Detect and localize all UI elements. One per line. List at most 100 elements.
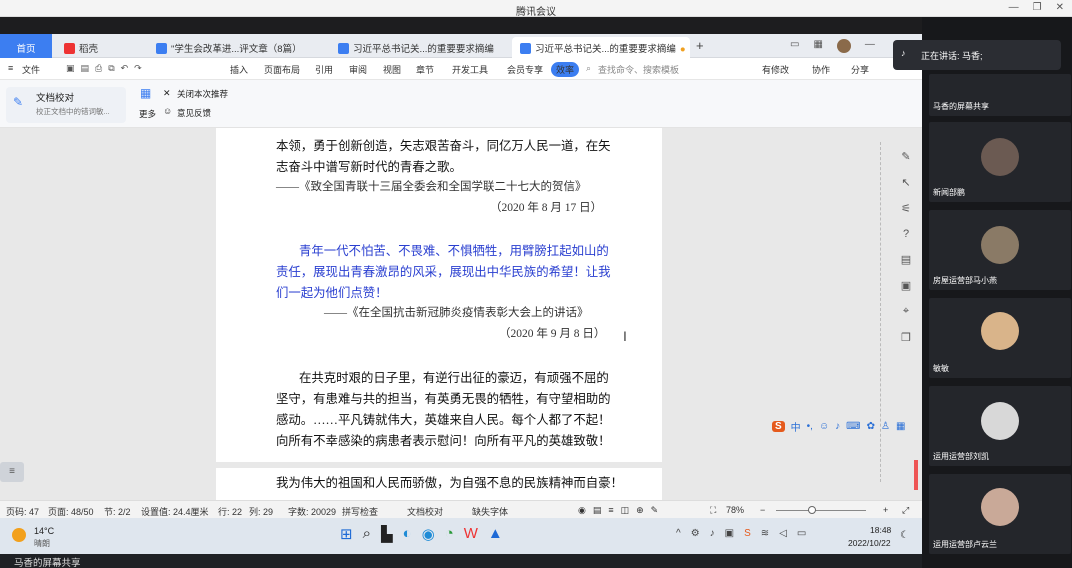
participant-tile[interactable]: 敏敏 <box>929 298 1071 378</box>
collab-button[interactable]: 协作 <box>812 63 830 76</box>
browser-icon[interactable]: ◉ <box>422 525 435 543</box>
participant-tile[interactable]: 运用运营部卢云兰 <box>929 474 1071 554</box>
tray-icon[interactable]: ⚙ <box>691 528 700 539</box>
spell-check-button[interactable]: 拼写检查 <box>342 505 378 518</box>
start-icon[interactable]: ⊞ <box>340 525 353 543</box>
menu-developer[interactable]: 开发工具 <box>452 63 488 76</box>
close-icon[interactable]: ✕ <box>1056 2 1064 13</box>
toolbox-icon[interactable]: ▦ <box>896 421 905 432</box>
hamburger-icon[interactable]: ≡ <box>8 63 13 73</box>
new-tab-button[interactable]: + <box>696 38 704 53</box>
close-icon[interactable]: ✕ <box>163 88 171 99</box>
menu-page-layout[interactable]: 页面布局 <box>264 63 300 76</box>
minimize-icon[interactable]: — <box>865 39 875 53</box>
menu-file[interactable]: 文件 <box>22 63 40 76</box>
ime-lang[interactable]: 中 <box>791 419 801 434</box>
avatar[interactable] <box>836 39 851 53</box>
wps-icon[interactable]: W <box>464 525 478 543</box>
revisions-button[interactable]: 有修改 <box>762 63 789 76</box>
moon-icon[interactable]: ☾ <box>900 530 909 541</box>
form-icon[interactable]: ▤ <box>901 253 911 266</box>
layout-icon[interactable]: ▭ <box>790 39 799 53</box>
tab-doc-1[interactable]: "学生会改革进...评文章（8篇） <box>148 37 328 58</box>
mic-icon[interactable]: ♪ <box>710 528 715 539</box>
zoom-slider[interactable] <box>776 510 866 511</box>
tab-label: 习近平总书记关...的重要要求摘编 <box>353 44 494 55</box>
tab-doc-2[interactable]: 习近平总书记关...的重要要求摘编 <box>330 37 510 58</box>
restore-icon[interactable]: ❐ <box>1033 2 1042 13</box>
weather-temp[interactable]: 14°C <box>34 526 54 536</box>
document-page[interactable]: 本领，勇于创新创造，矢志艰苦奋斗，同亿万人民一道，在矢 志奋斗中谱写新时代的青春… <box>216 128 662 500</box>
close-recommend-button[interactable]: 关闭本次推荐 <box>177 88 228 100</box>
status-pages[interactable]: 页面: 48/50 <box>48 505 94 518</box>
proofread-card[interactable]: ✎ 文档校对 校正文档中的错词敏... <box>6 87 126 123</box>
ribbon: ✎ 文档校对 校正文档中的错词敏... ▦ 更多 ✕ 关闭本次推荐 ☺ 意见反馈 <box>0 80 922 128</box>
menu-chapter[interactable]: 章节 <box>416 63 434 76</box>
zoom-level[interactable]: 78% <box>726 505 744 515</box>
zoom-in-button[interactable]: + <box>883 505 888 515</box>
more-apps-icon[interactable]: ▦ <box>140 86 151 100</box>
quick-toolbar-icons[interactable]: ▣▤⎙⧉↶↷ <box>66 63 148 74</box>
menu-review[interactable]: 审阅 <box>349 63 367 76</box>
edge-icon[interactable]: ◐ <box>403 525 412 543</box>
participant-tile[interactable]: 马香的屏幕共享 <box>929 74 1071 116</box>
battery-icon[interactable]: ▭ <box>797 528 806 539</box>
participant-tile[interactable]: 运用运营部刘凯 <box>929 386 1071 466</box>
participant-name: 运用运营部卢云兰 <box>933 540 997 549</box>
zoom-slider-thumb[interactable] <box>808 506 816 514</box>
skin-icon[interactable]: ✿ <box>867 421 875 432</box>
fit-icon[interactable]: ⛶ <box>710 505 716 516</box>
menu-view[interactable]: 视图 <box>383 63 401 76</box>
missing-font-button[interactable]: 缺失字体 <box>472 505 508 518</box>
punctuation-icon[interactable]: •, <box>807 421 813 432</box>
status-words[interactable]: 字数: 20029 <box>288 505 336 518</box>
volume-icon[interactable]: ◁ <box>779 528 787 539</box>
search-icon[interactable]: ⌕ <box>586 63 591 74</box>
status-bar: 页码: 47 页面: 48/50 节: 2/2 设置值: 24.4厘米 行: 2… <box>0 500 922 518</box>
view-mode-icons[interactable]: ◉▤≡◫⊕✎ <box>578 505 665 516</box>
menu-efficiency[interactable]: 效率 <box>551 62 580 77</box>
fullscreen-icon[interactable]: ⤢ <box>902 505 909 516</box>
menu-insert[interactable]: 插入 <box>230 63 248 76</box>
keyboard-icon[interactable]: ⌨ <box>846 421 860 432</box>
help-icon[interactable]: ? <box>903 228 909 240</box>
zoom-out-button[interactable]: − <box>760 505 765 515</box>
wifi-icon[interactable]: ≋ <box>761 528 769 539</box>
search-icon[interactable]: ⌕ <box>363 525 371 543</box>
docer-icon <box>64 43 75 54</box>
tab-home[interactable]: 首页 <box>0 34 52 58</box>
task-view-icon[interactable]: ▙ <box>381 525 393 543</box>
tray-app-icon[interactable]: ▣ <box>725 528 734 539</box>
minimize-icon[interactable]: — <box>1009 2 1019 13</box>
book-icon[interactable]: ❒ <box>901 331 911 344</box>
clock-time[interactable]: 18:48 <box>870 525 891 535</box>
tencent-meeting-icon[interactable]: ▲ <box>488 525 503 543</box>
location-icon[interactable]: ⌖ <box>903 305 909 318</box>
emoji-icon[interactable]: ☺ <box>819 421 829 432</box>
share-button[interactable]: 分享 <box>851 63 869 76</box>
command-search-input[interactable]: 查找命令、搜索模板 <box>598 63 679 76</box>
adjust-icon[interactable]: ⚟ <box>901 202 911 215</box>
ime-toolbar[interactable]: S 中 •, ☺ ♪ ⌨ ✿ ♙ ▦ <box>772 416 920 436</box>
text-cursor-icon: I <box>623 328 627 344</box>
tab-doc-3[interactable]: 习近平总书记关...的重要要求摘编 ● <box>512 37 690 58</box>
select-icon[interactable]: ↖ <box>901 176 910 189</box>
participant-tile[interactable]: 新闻部鹏 <box>929 122 1071 202</box>
feedback-button[interactable]: 意见反馈 <box>177 107 211 119</box>
menu-member[interactable]: 会员专享 <box>507 63 543 76</box>
pen-icon[interactable]: ✎ <box>901 150 910 163</box>
wechat-icon[interactable]: ◔ <box>445 525 454 543</box>
chevron-up-icon[interactable]: ^ <box>676 528 681 539</box>
proofread-status-button[interactable]: 文档校对 <box>407 505 443 518</box>
grid-icon[interactable]: ▦ <box>813 39 822 53</box>
image-icon[interactable]: ▣ <box>901 279 911 292</box>
nav-pane-icon[interactable]: ≡ <box>0 462 24 482</box>
mic-icon[interactable]: ♪ <box>835 421 840 432</box>
participant-tile[interactable]: 房屋运营部马小燕 <box>929 210 1071 290</box>
sogou-icon[interactable]: S <box>744 528 751 539</box>
more-button[interactable]: 更多 <box>139 108 156 120</box>
vertical-scrollbar[interactable] <box>878 142 918 492</box>
tab-docer[interactable]: 稻壳 <box>56 37 146 58</box>
menu-references[interactable]: 引用 <box>315 63 333 76</box>
clock-date[interactable]: 2022/10/22 <box>848 538 891 548</box>
